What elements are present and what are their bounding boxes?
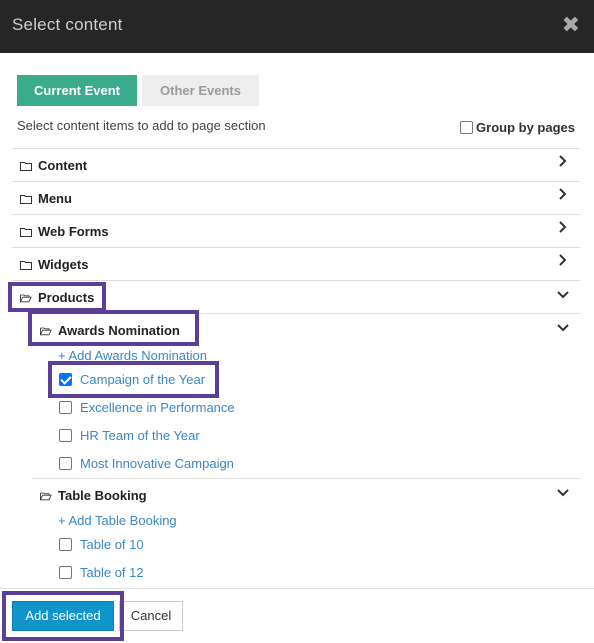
folder-open-icon <box>20 294 32 302</box>
item-checkbox[interactable] <box>59 566 72 579</box>
chevron-right-icon[interactable] <box>556 254 570 268</box>
list-item[interactable]: Most Innovative Campaign <box>59 456 234 471</box>
tab-current-event[interactable]: Current Event <box>17 75 137 106</box>
list-item[interactable]: Table of 10 <box>59 537 144 552</box>
folder-icon <box>20 161 32 171</box>
group-by-pages-checkbox[interactable] <box>460 121 474 134</box>
instructions-text: Select content items to add to page sect… <box>17 118 266 133</box>
item-label[interactable]: HR Team of the Year <box>80 428 200 443</box>
tree-label-widgets: Widgets <box>38 257 89 272</box>
chevron-down-icon[interactable] <box>556 289 570 303</box>
item-label[interactable]: Most Innovative Campaign <box>80 456 234 471</box>
item-label[interactable]: Table of 12 <box>80 565 144 580</box>
chevron-down-icon[interactable] <box>556 487 570 501</box>
tree-label-content: Content <box>38 158 88 173</box>
tree-group-awards-nomination: Awards Nomination <box>32 313 580 478</box>
item-checkbox[interactable] <box>59 373 72 386</box>
folder-icon <box>20 227 32 237</box>
event-tabs: Current Event Other Events <box>17 75 259 106</box>
cancel-button[interactable]: Cancel <box>119 601 183 631</box>
tree-label-awards-nomination: Awards Nomination <box>58 323 180 338</box>
add-selected-button[interactable]: Add selected <box>12 601 114 631</box>
item-label[interactable]: Campaign of the Year <box>80 372 205 387</box>
group-by-pages-label: Group by pages <box>476 120 575 135</box>
tree-row-content[interactable]: Content <box>12 148 580 181</box>
tree-label-web-forms: Web Forms <box>38 224 109 239</box>
tree-row-awards-nomination[interactable]: Awards Nomination <box>40 323 180 338</box>
tree-row-web-forms[interactable]: Web Forms <box>12 214 580 247</box>
chevron-down-icon[interactable] <box>556 322 570 336</box>
item-checkbox[interactable] <box>59 401 72 414</box>
tree-row-widgets[interactable]: Widgets <box>12 247 580 280</box>
folder-icon <box>20 260 32 270</box>
item-checkbox[interactable] <box>59 429 72 442</box>
tree-label-table-booking: Table Booking <box>58 488 147 503</box>
tree-row-table-booking[interactable]: Table Booking <box>40 488 147 503</box>
tree-label-menu: Menu <box>38 191 72 206</box>
folder-open-icon <box>40 327 52 335</box>
item-label[interactable]: Table of 10 <box>80 537 144 552</box>
chevron-right-icon[interactable] <box>556 188 570 202</box>
list-item[interactable]: HR Team of the Year <box>59 428 200 443</box>
item-label[interactable]: Excellence in Performance <box>80 400 235 415</box>
folder-icon <box>20 194 32 204</box>
dialog-title: Select content <box>12 15 123 34</box>
dialog-header: Select content ✖ <box>0 0 594 53</box>
tree-label-products: Products <box>38 290 95 305</box>
item-checkbox[interactable] <box>59 457 72 470</box>
dialog-footer: Add selected Cancel <box>0 588 594 643</box>
tree-row-products[interactable]: Products <box>12 280 580 313</box>
group-by-pages-toggle[interactable]: Group by pages <box>460 120 575 135</box>
list-item[interactable]: Table of 12 <box>59 565 144 580</box>
folder-open-icon <box>40 492 52 500</box>
chevron-right-icon[interactable] <box>556 155 570 169</box>
add-table-booking-link[interactable]: + Add Table Booking <box>58 513 177 528</box>
tab-other-events[interactable]: Other Events <box>142 75 259 106</box>
chevron-right-icon[interactable] <box>556 221 570 235</box>
close-icon[interactable]: ✖ <box>562 12 580 38</box>
item-checkbox[interactable] <box>59 538 72 551</box>
tree-row-menu[interactable]: Menu <box>12 181 580 214</box>
list-item[interactable]: Excellence in Performance <box>59 400 235 415</box>
list-item[interactable]: Campaign of the Year <box>59 372 205 387</box>
add-awards-nomination-link[interactable]: + Add Awards Nomination <box>58 348 207 363</box>
